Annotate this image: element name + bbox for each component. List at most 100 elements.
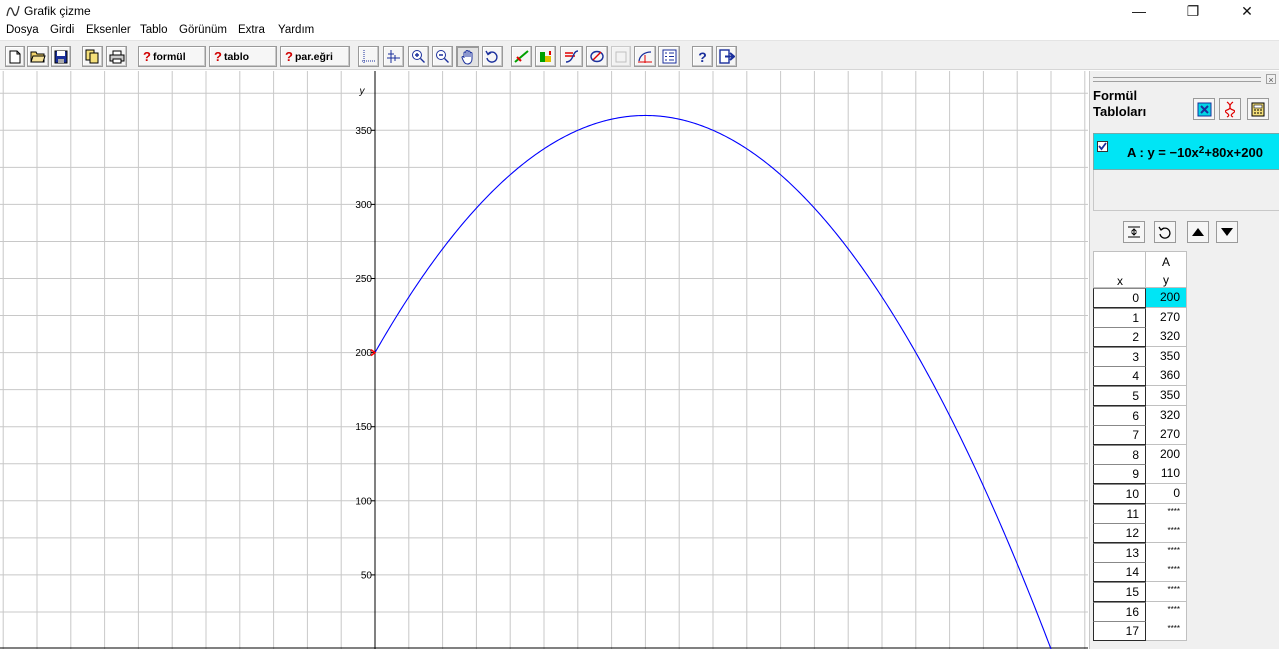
table-cell-y[interactable]: 270 [1146, 307, 1187, 328]
table-cell-x[interactable]: 13 [1093, 542, 1146, 563]
table-cell-x[interactable]: 9 [1093, 464, 1146, 485]
zoom-out-button[interactable] [432, 46, 453, 67]
formula-list-empty-area[interactable] [1093, 170, 1279, 211]
table-cell-x[interactable]: 17 [1093, 621, 1146, 642]
table-row[interactable]: 1 270 [1093, 307, 1187, 328]
table-row[interactable]: 2 320 [1093, 327, 1187, 348]
move-down-button[interactable] [1216, 221, 1238, 243]
table-row[interactable]: 3 350 [1093, 346, 1187, 367]
table-cell-x[interactable]: 12 [1093, 523, 1146, 544]
menu-girdi[interactable]: Girdi [50, 24, 74, 36]
table-cell-x[interactable]: 1 [1093, 307, 1146, 328]
table-cell-x[interactable]: 8 [1093, 444, 1146, 465]
table-row[interactable]: 8 200 [1093, 444, 1187, 465]
table-row[interactable]: 15 **** [1093, 582, 1187, 602]
axes-dotted-button[interactable] [358, 46, 379, 67]
print-button[interactable] [106, 46, 127, 67]
table-row[interactable]: 10 0 [1093, 484, 1187, 504]
integral-button[interactable] [560, 46, 583, 67]
help-button[interactable]: ? [692, 46, 713, 67]
table-row[interactable]: 17 **** [1093, 621, 1187, 642]
table-cell-x[interactable]: 16 [1093, 601, 1146, 622]
table-row[interactable]: 9 110 [1093, 464, 1187, 485]
table-row[interactable]: 6 320 [1093, 405, 1187, 426]
table-cell-y[interactable]: 0 [1146, 484, 1187, 504]
save-button[interactable] [51, 46, 71, 67]
table-cell-y[interactable]: 110 [1146, 464, 1187, 485]
function-graph[interactable]: 350 300 250 200 150 100 50 y [0, 71, 1088, 649]
formula-checkbox[interactable] [1097, 141, 1108, 152]
minimize-button[interactable]: — [1116, 0, 1162, 22]
table-cell-y[interactable]: 200 [1146, 288, 1187, 308]
table-cell-y[interactable]: **** [1146, 542, 1187, 563]
copy-button[interactable] [82, 46, 103, 67]
maximize-button[interactable]: ❐ [1170, 0, 1216, 22]
formula-entry-a[interactable]: A : y = −10x2+80x+200 [1093, 133, 1279, 170]
tangent-button[interactable] [535, 46, 556, 67]
table-cell-x[interactable]: 5 [1093, 386, 1146, 406]
table-button[interactable]: ? tablo [209, 46, 277, 67]
table-cell-x[interactable]: 15 [1093, 582, 1146, 602]
table-cell-y[interactable]: 200 [1146, 444, 1187, 465]
table-cell-y[interactable]: 320 [1146, 405, 1187, 426]
move-up-button[interactable] [1187, 221, 1209, 243]
pen-line-button[interactable] [511, 46, 532, 67]
menu-eksenler[interactable]: Eksenler [86, 24, 131, 36]
table-cell-y[interactable]: 350 [1146, 346, 1187, 367]
calculator-button[interactable] [1247, 98, 1269, 120]
table-cell-y[interactable]: **** [1146, 562, 1187, 583]
new-file-button[interactable] [5, 46, 25, 67]
eraser-button[interactable] [586, 46, 608, 67]
reset-view-button[interactable] [482, 46, 503, 67]
table-cell-x[interactable]: 0 [1093, 288, 1146, 308]
slope-button[interactable] [634, 46, 656, 67]
table-cell-y[interactable]: 320 [1146, 327, 1187, 348]
table-cell-y[interactable]: 360 [1146, 366, 1187, 387]
table-cell-x[interactable]: 4 [1093, 366, 1146, 387]
table-cell-x[interactable]: 6 [1093, 405, 1146, 426]
table-row[interactable]: 14 **** [1093, 562, 1187, 583]
table-row[interactable]: 4 360 [1093, 366, 1187, 387]
menu-yardim[interactable]: Yardım [278, 24, 314, 36]
panel-close-button[interactable]: × [1266, 74, 1276, 85]
param-curve-button[interactable]: ? par.eğri [280, 46, 350, 67]
table-cell-x[interactable]: 2 [1093, 327, 1146, 348]
menu-dosya[interactable]: Dosya [6, 24, 39, 36]
table-cell-y[interactable]: **** [1146, 621, 1187, 642]
table-cell-y[interactable]: 270 [1146, 425, 1187, 446]
close-button[interactable]: ✕ [1224, 0, 1270, 22]
menu-extra[interactable]: Extra [238, 24, 265, 36]
table-row[interactable]: 12 **** [1093, 523, 1187, 544]
graph-area[interactable]: 350 300 250 200 150 100 50 y [0, 71, 1088, 649]
grid-button[interactable] [611, 46, 631, 67]
panel-grip[interactable] [1093, 77, 1261, 82]
axes-ticks-button[interactable] [383, 46, 404, 67]
table-row[interactable]: 16 **** [1093, 601, 1187, 622]
delete-formula-button[interactable] [1193, 98, 1215, 120]
align-button[interactable] [1123, 221, 1145, 243]
table-row[interactable]: 13 **** [1093, 542, 1187, 563]
hide-formula-button[interactable] [1219, 98, 1241, 120]
refresh-button[interactable] [1154, 221, 1176, 243]
table-cell-y[interactable]: **** [1146, 582, 1187, 602]
menu-tablo[interactable]: Tablo [140, 24, 168, 36]
table-cell-y[interactable]: 350 [1146, 386, 1187, 406]
table-cell-x[interactable]: 10 [1093, 484, 1146, 504]
table-cell-x[interactable]: 7 [1093, 425, 1146, 446]
table-row[interactable]: 7 270 [1093, 425, 1187, 446]
table-cell-x[interactable]: 3 [1093, 346, 1146, 367]
list-button[interactable] [658, 46, 680, 67]
table-row[interactable]: 5 350 [1093, 386, 1187, 406]
formula-button[interactable]: ? formül [138, 46, 206, 67]
table-row[interactable]: 11 **** [1093, 503, 1187, 524]
table-cell-y[interactable]: **** [1146, 523, 1187, 544]
table-cell-x[interactable]: 14 [1093, 562, 1146, 583]
open-button[interactable] [27, 46, 49, 67]
hand-pan-button[interactable] [456, 46, 479, 67]
table-row[interactable]: 0 200 [1093, 288, 1187, 308]
menu-gorunum[interactable]: Görünüm [179, 24, 227, 36]
table-cell-x[interactable]: 11 [1093, 503, 1146, 524]
zoom-in-button[interactable] [408, 46, 429, 67]
table-cell-y[interactable]: **** [1146, 601, 1187, 622]
exit-button[interactable] [716, 46, 737, 67]
